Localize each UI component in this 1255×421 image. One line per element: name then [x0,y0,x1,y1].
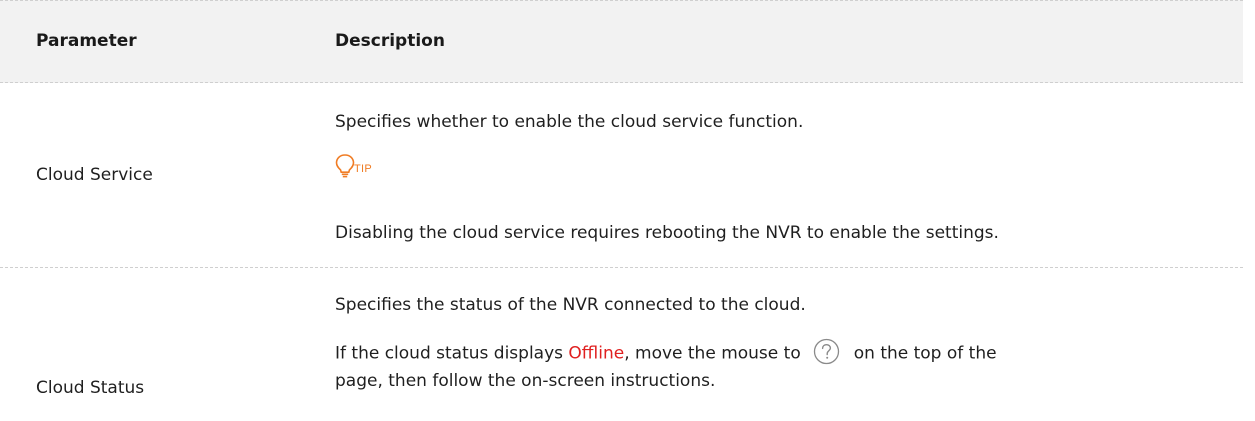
tip-callout: TIP [335,153,405,179]
tip-label: TIP [354,163,373,175]
description-text-line2: If the cloud status displays Offline, mo… [335,338,997,365]
question-circle-icon [813,338,839,365]
text-segment: , move the mouse to [624,343,801,364]
table-row: Cloud Service Specifies whether to enabl… [0,83,1243,268]
description-text-line3: page, then follow the on-screen instruct… [335,371,716,391]
text-segment: on the top of the [853,343,997,364]
parameter-cell: Cloud Status [36,378,145,398]
parameter-table: Parameter Description Cloud Service Spec… [0,0,1255,421]
parameter-cell: Cloud Service [36,165,153,185]
table-row: Cloud Status Specifies the status of the… [0,268,1243,421]
offline-status-text: Offline [568,343,625,364]
header-description: Description [335,31,445,51]
table-header: Parameter Description [0,0,1243,83]
text-segment: If the cloud status displays [335,343,569,364]
lightbulb-icon [335,154,355,178]
description-text: Specifies whether to enable the cloud se… [335,112,804,132]
tip-text: Disabling the cloud service requires reb… [335,223,999,243]
description-text: Specifies the status of the NVR connecte… [335,295,806,315]
header-parameter: Parameter [36,31,137,51]
